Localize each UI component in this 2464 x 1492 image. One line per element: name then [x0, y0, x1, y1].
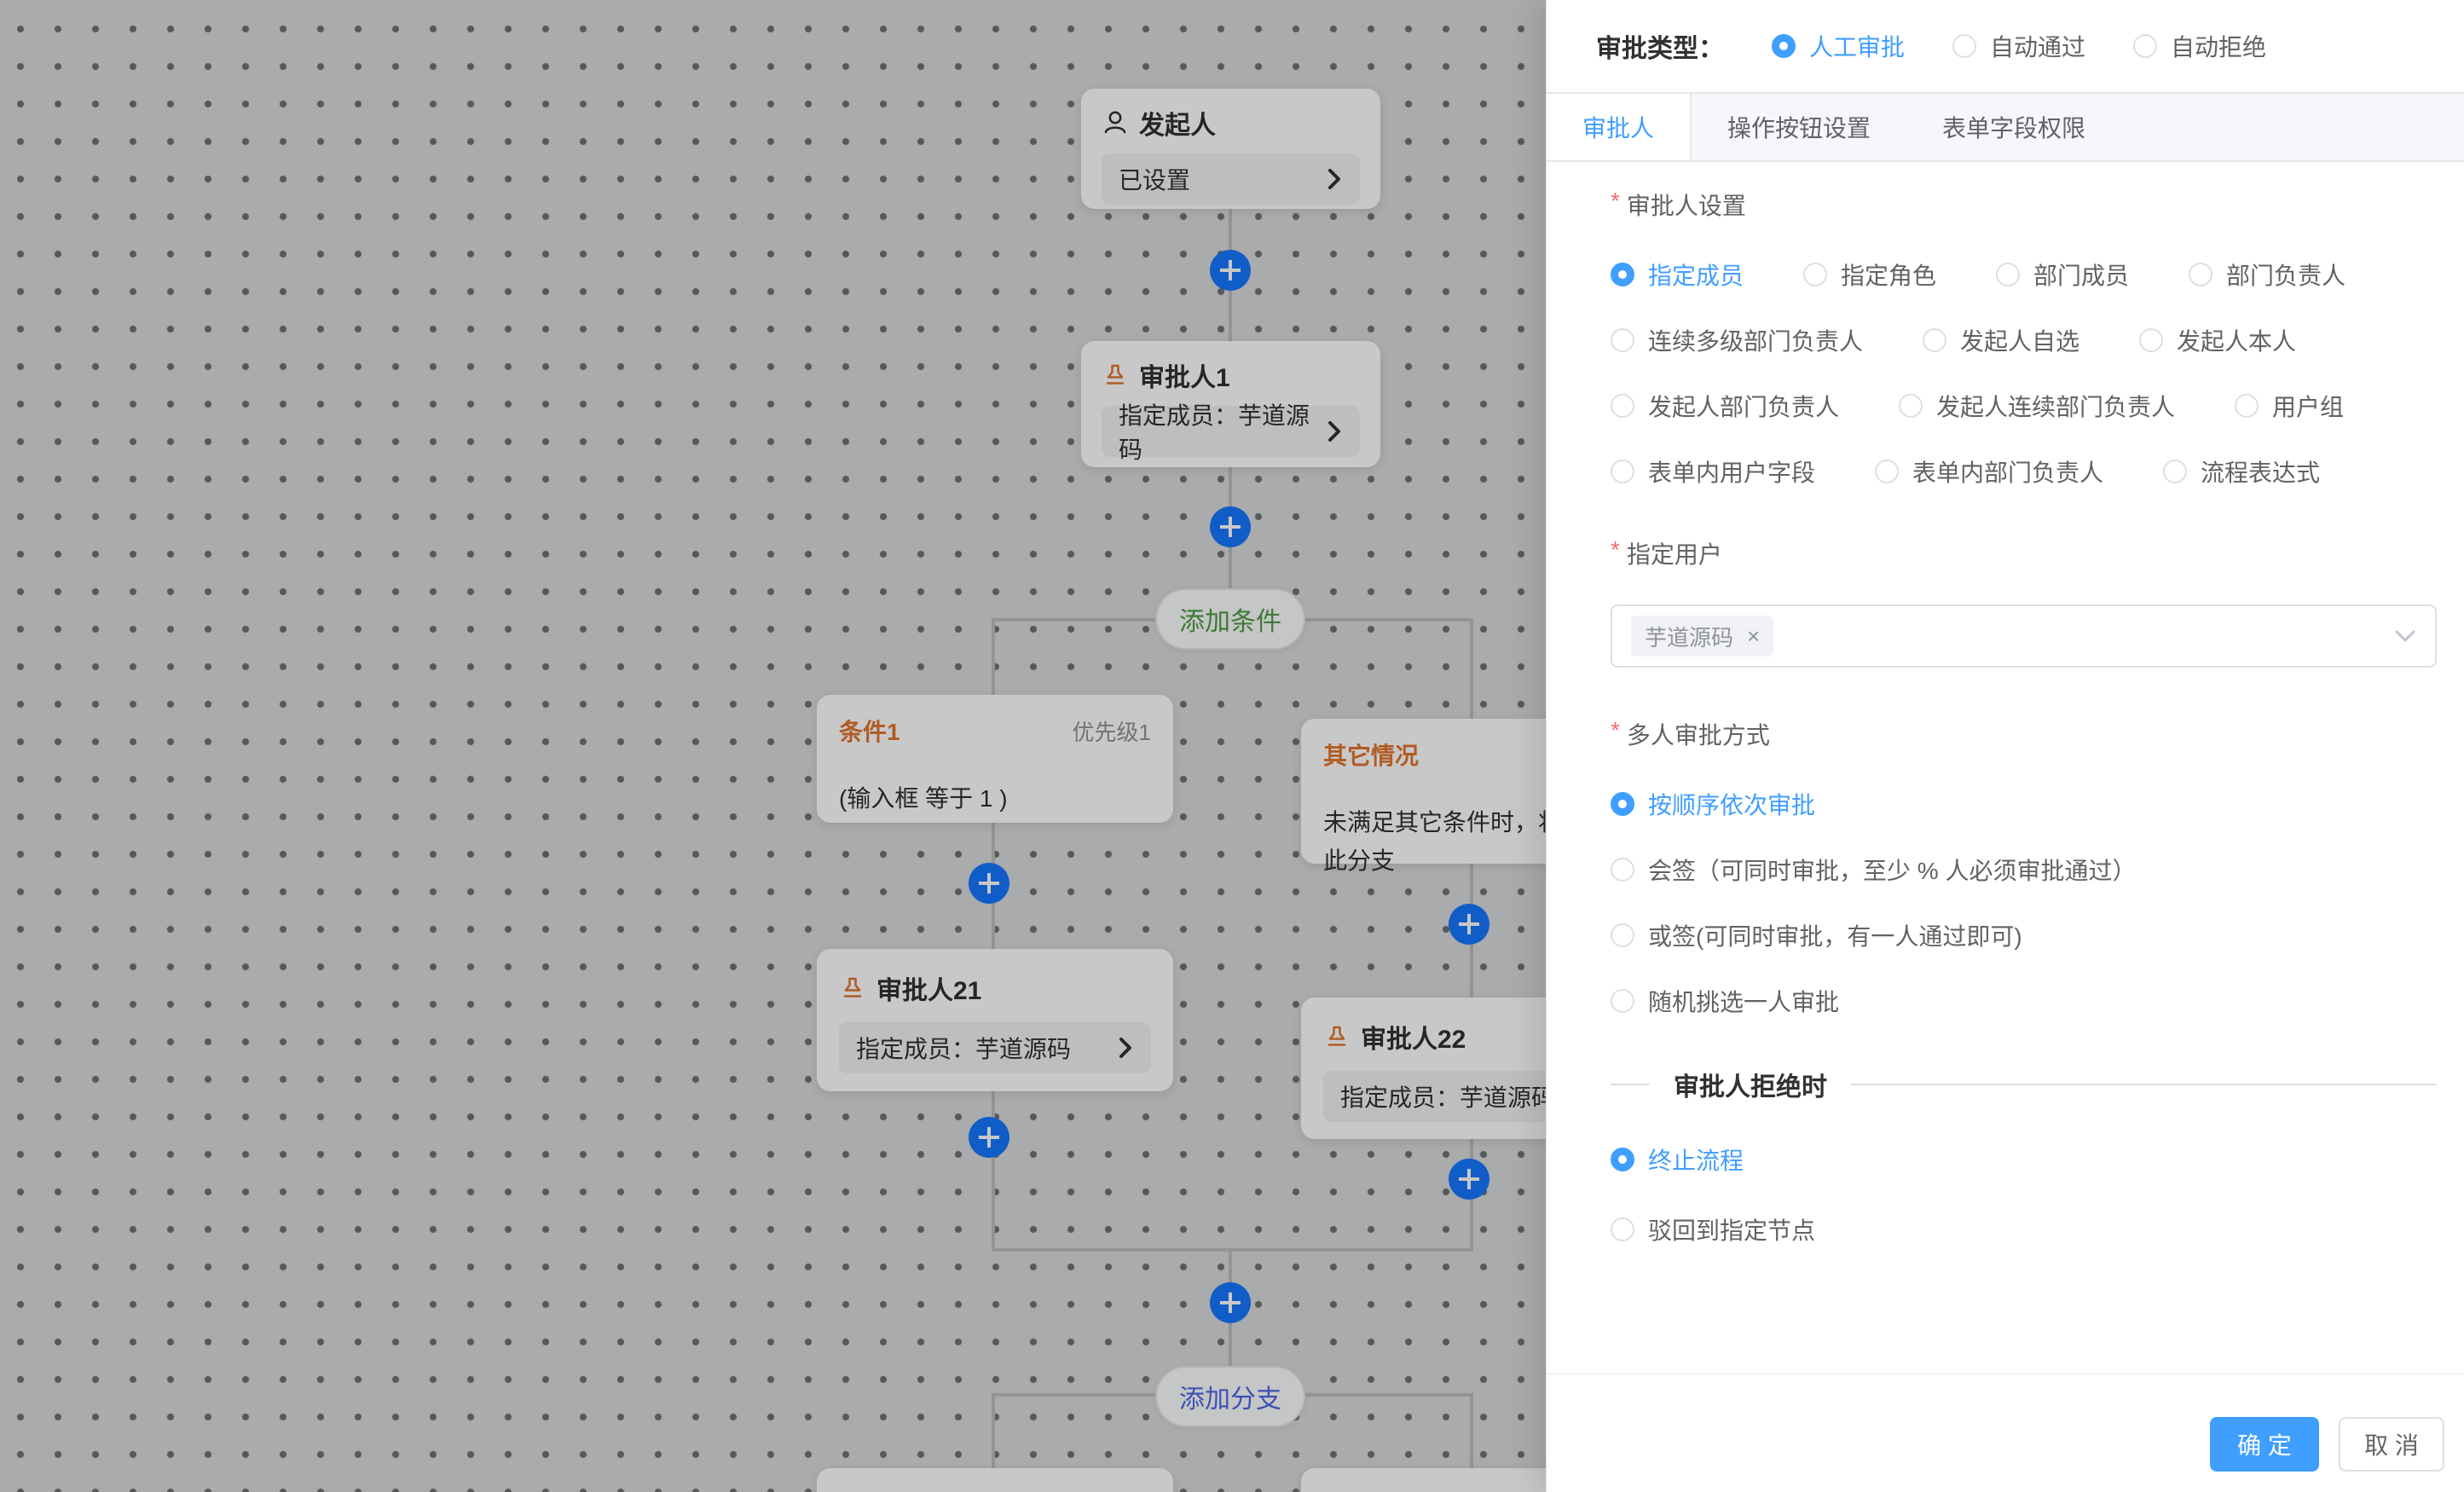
radio-icon — [1772, 34, 1796, 58]
radio-icon — [1803, 263, 1827, 286]
radio-dept-member[interactable]: 部门成员 — [1996, 257, 2129, 292]
radio-icon — [1952, 34, 1976, 58]
panel-footer: 确 定 取 消 — [2210, 1417, 2444, 1472]
radio-auto-reject[interactable]: 自动拒绝 — [2133, 29, 2266, 63]
radio-icon — [1611, 460, 1634, 483]
radio-terminate-process[interactable]: 终止流程 — [1611, 1142, 2437, 1177]
radio-process-expression[interactable]: 流程表达式 — [2163, 454, 2320, 489]
tag-close-icon[interactable]: × — [1747, 623, 1760, 650]
radio-icon — [1611, 328, 1634, 352]
radio-manual-approval[interactable]: 人工审批 — [1772, 29, 1905, 63]
radio-icon — [1996, 263, 2020, 286]
radio-user-group[interactable]: 用户组 — [2235, 389, 2344, 423]
radio-designated-member[interactable]: 指定成员 — [1611, 257, 1744, 292]
approval-config-panel: 审批类型： 人工审批 自动通过 自动拒绝 审批人 操作按钮设置 表单字段权限 审… — [1546, 0, 2464, 1492]
radio-icon — [1611, 989, 1634, 1013]
radio-icon — [1923, 328, 1946, 352]
radio-sequential-approval[interactable]: 按顺序依次审批 — [1611, 787, 2437, 821]
radio-initiator-dept-leader[interactable]: 发起人部门负责人 — [1611, 389, 1839, 423]
radio-multi-level-dept-leader[interactable]: 连续多级部门负责人 — [1611, 323, 1863, 357]
radio-icon — [2139, 328, 2163, 352]
radio-icon — [1611, 1148, 1634, 1171]
radio-auto-approve[interactable]: 自动通过 — [1952, 29, 2085, 63]
tab-button-settings[interactable]: 操作按钮设置 — [1692, 94, 1906, 160]
panel-tabs: 审批人 操作按钮设置 表单字段权限 — [1547, 92, 2464, 162]
approver-setting-label: 审批人设置 — [1611, 188, 2437, 222]
panel-body: 审批人设置 指定成员 指定角色 部门成员 部门负责人 连续多级部门负责人 发起人… — [1547, 162, 2464, 1267]
radio-icon — [1611, 1217, 1634, 1241]
footer-divider — [1547, 1373, 2464, 1374]
radio-icon — [2235, 394, 2259, 418]
radio-icon — [2163, 460, 2187, 483]
radio-initiator-multi-dept-leader[interactable]: 发起人连续部门负责人 — [1899, 389, 2175, 423]
radio-dept-leader[interactable]: 部门负责人 — [2189, 257, 2345, 292]
radio-return-to-node[interactable]: 驳回到指定节点 — [1611, 1212, 2437, 1246]
radio-icon — [1875, 460, 1899, 483]
reject-divider: 审批人拒绝时 — [1611, 1066, 2437, 1103]
chevron-down-icon — [2392, 627, 2418, 645]
tab-approver[interactable]: 审批人 — [1547, 94, 1692, 160]
radio-icon — [1899, 394, 1923, 418]
radio-initiator-choose[interactable]: 发起人自选 — [1923, 323, 2079, 357]
assigned-user-label: 指定用户 — [1611, 536, 2437, 570]
radio-designated-role[interactable]: 指定角色 — [1803, 257, 1936, 292]
radio-icon — [2133, 34, 2157, 58]
radio-countersign[interactable]: 会签（可同时审批，至少 % 人必须审批通过） — [1611, 853, 2437, 887]
radio-icon — [1611, 858, 1634, 882]
approval-type-row: 审批类型： 人工审批 自动通过 自动拒绝 — [1547, 0, 2464, 72]
radio-icon — [1611, 923, 1634, 947]
radio-form-user-field[interactable]: 表单内用户字段 — [1611, 454, 1815, 489]
multi-mode-label: 多人审批方式 — [1611, 717, 2437, 751]
tab-form-field-permissions[interactable]: 表单字段权限 — [1906, 94, 2121, 160]
user-tag: 芋道源码 × — [1631, 616, 1773, 656]
radio-icon — [1611, 394, 1634, 418]
assigned-user-select[interactable]: 芋道源码 × — [1611, 604, 2437, 668]
radio-icon — [1611, 263, 1634, 286]
radio-icon — [2189, 263, 2212, 286]
radio-form-dept-leader[interactable]: 表单内部门负责人 — [1875, 454, 2103, 489]
approval-type-label: 审批类型： — [1596, 27, 1724, 65]
radio-initiator-self[interactable]: 发起人本人 — [2139, 323, 2296, 357]
confirm-button[interactable]: 确 定 — [2210, 1417, 2319, 1472]
radio-icon — [1611, 792, 1634, 816]
radio-orsign[interactable]: 或签(可同时审批，有一人通过即可) — [1611, 918, 2437, 952]
cancel-button[interactable]: 取 消 — [2339, 1417, 2444, 1472]
radio-random-one[interactable]: 随机挑选一人审批 — [1611, 984, 2437, 1018]
